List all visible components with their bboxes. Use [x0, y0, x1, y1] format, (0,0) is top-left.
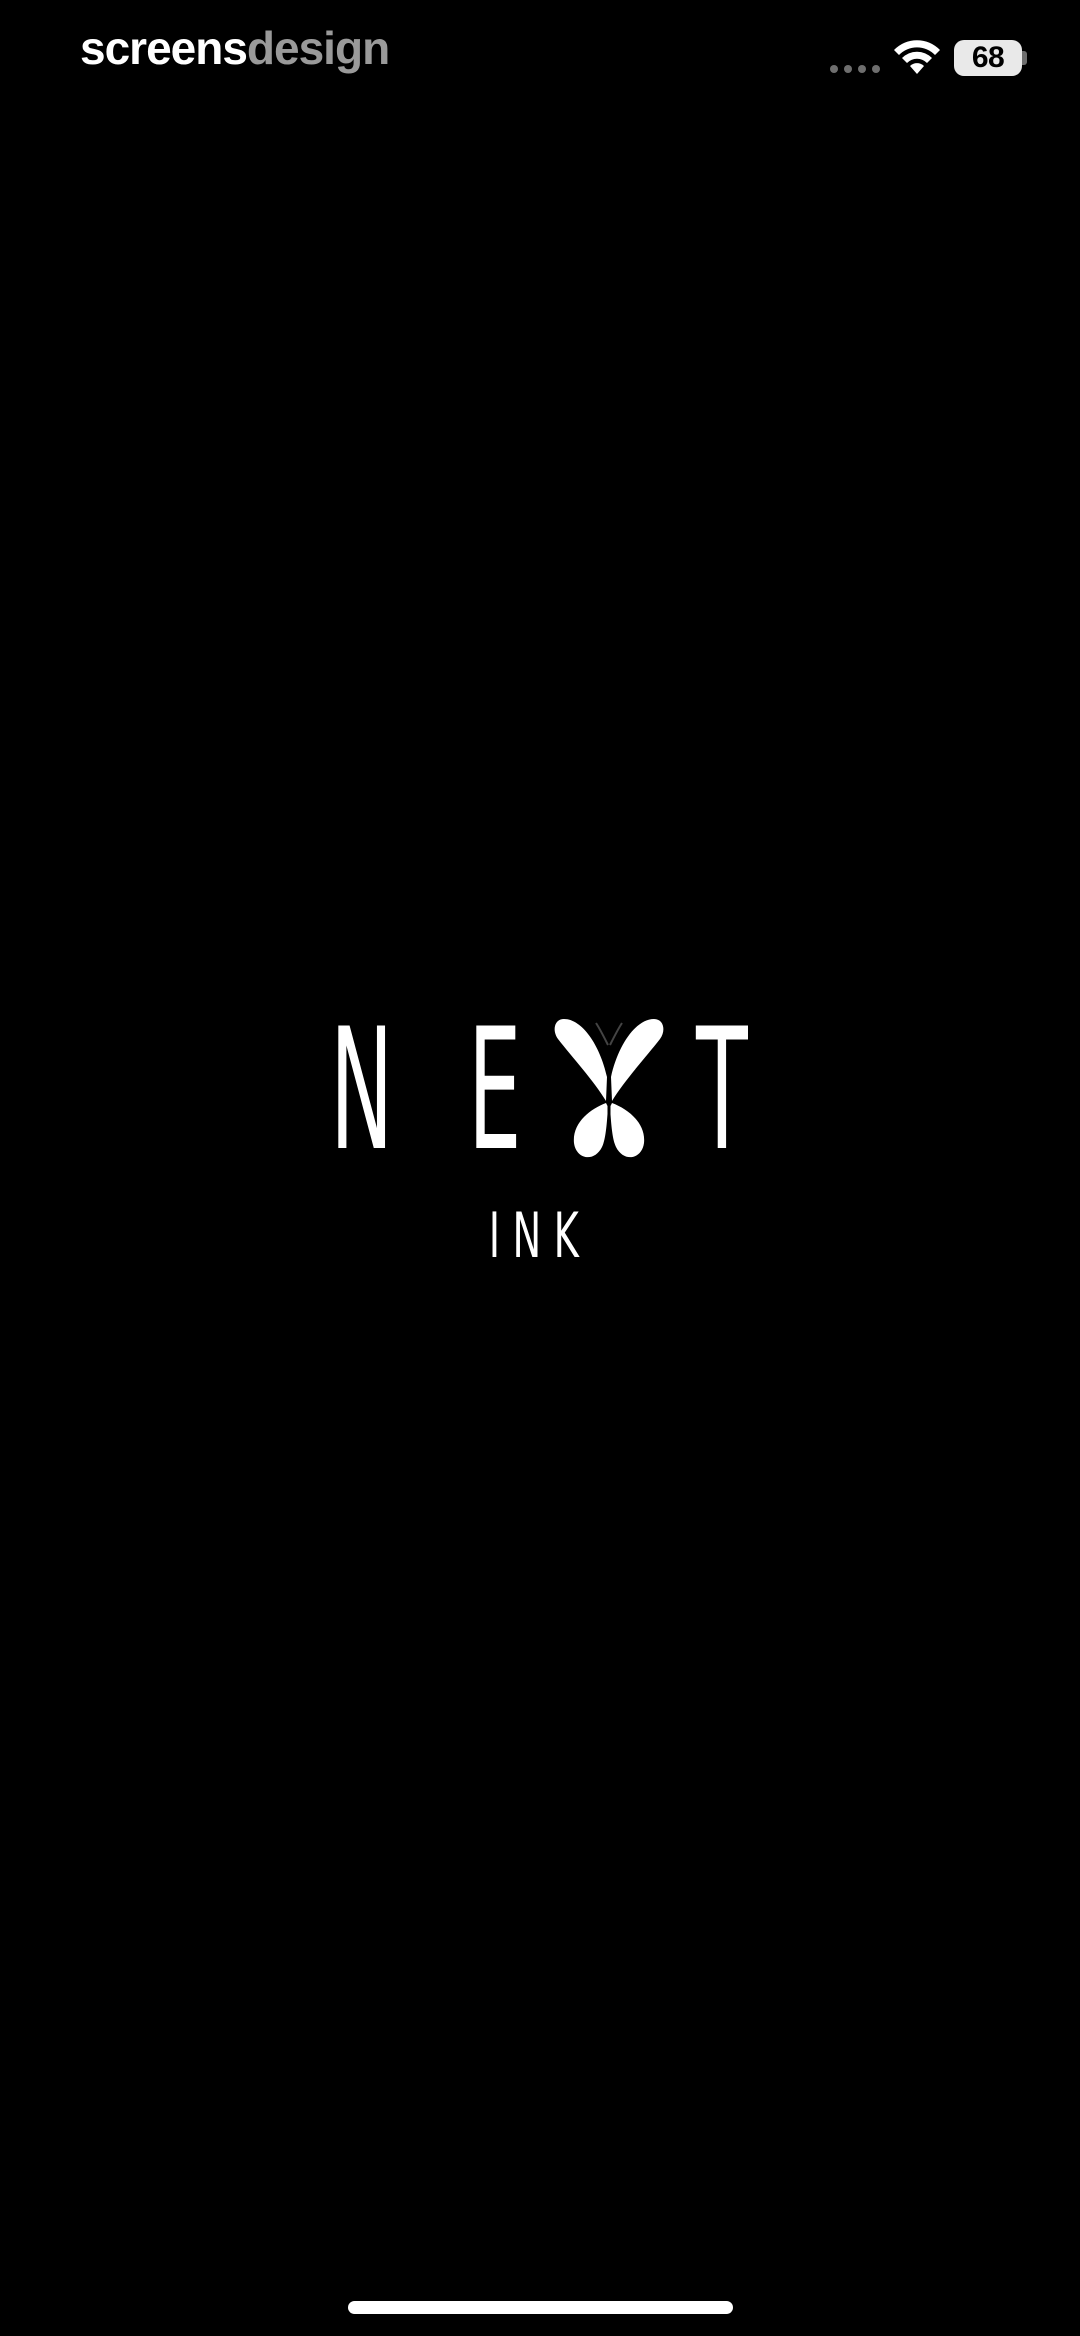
watermark-part-design: design: [246, 22, 390, 74]
watermark: screensdesign: [80, 20, 390, 76]
logo-subtitle: INK: [488, 1199, 592, 1272]
status-bar: screensdesign 68: [0, 0, 1080, 110]
logo-letter-n: N: [330, 992, 394, 1188]
home-indicator[interactable]: [348, 2301, 733, 2314]
wifi-icon: [894, 40, 940, 74]
app-logo: N E T INK: [0, 992, 1080, 1290]
watermark-part-screens: screens: [80, 22, 248, 74]
logo-letter-t: T: [696, 992, 748, 1188]
logo-letter-e: E: [468, 992, 522, 1188]
logo-wordmark: N E T: [330, 992, 750, 1188]
battery-nub: [1022, 51, 1027, 65]
butterfly-icon: [554, 1019, 664, 1158]
signal-dots-icon: [830, 65, 880, 73]
battery-icon: 68: [954, 40, 1022, 76]
battery-level: 68: [971, 41, 1005, 74]
